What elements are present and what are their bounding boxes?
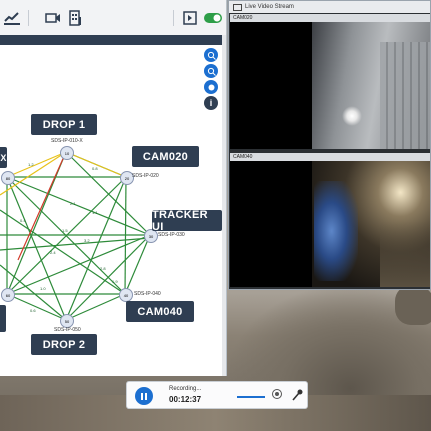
device-label-drop2[interactable]: DROP 2 bbox=[31, 334, 97, 355]
svg-text:2.4: 2.4 bbox=[50, 250, 56, 255]
device-label-partial-left[interactable] bbox=[0, 305, 6, 332]
node-label: 80 bbox=[5, 175, 11, 181]
network-node[interactable]: 40 bbox=[119, 288, 133, 302]
device-label-tracker[interactable]: TRACKER UI bbox=[152, 209, 222, 233]
node-label: 50 bbox=[64, 318, 70, 324]
node-label: 40 bbox=[123, 292, 129, 298]
zoom-in-icon[interactable] bbox=[204, 48, 218, 62]
svg-text:2.8: 2.8 bbox=[100, 266, 106, 271]
svg-text:0.8: 0.8 bbox=[92, 166, 98, 171]
device-ip-drop1: SDS-IP-010-X bbox=[51, 138, 83, 144]
svg-text:1.2: 1.2 bbox=[28, 162, 34, 167]
recording-time: 00:12:37 bbox=[169, 395, 202, 404]
network-map-icon[interactable] bbox=[3, 9, 21, 27]
svg-text:1.0: 1.0 bbox=[40, 286, 46, 291]
toolbar-divider bbox=[28, 10, 29, 26]
device-ip-cam020: SDS-IP-020 bbox=[132, 173, 159, 179]
video-camera-icon[interactable] bbox=[44, 9, 62, 27]
toolbar bbox=[0, 0, 226, 36]
svg-text:1.9: 1.9 bbox=[112, 279, 118, 284]
video-title-text: Live Video Stream bbox=[245, 4, 294, 10]
network-node[interactable]: 50 bbox=[60, 314, 74, 328]
svg-text:2.1: 2.1 bbox=[70, 201, 76, 206]
recording-widget: Recording... 00:12:37 bbox=[126, 381, 308, 409]
node-label: 60 bbox=[5, 292, 11, 298]
svg-text:0.4: 0.4 bbox=[20, 218, 26, 223]
live-video-window: Live Video Stream CAM020 CAM040 bbox=[228, 0, 431, 290]
device-ip-drop2: SDS-IP-050 bbox=[54, 327, 81, 333]
svg-text:0.6: 0.6 bbox=[30, 308, 36, 313]
svg-text:1.1: 1.1 bbox=[92, 210, 98, 215]
network-node[interactable]: 80 bbox=[1, 171, 15, 185]
volume-slider[interactable] bbox=[237, 396, 265, 398]
pane-title-cam020: CAM020 bbox=[230, 14, 430, 22]
network-topology-canvas[interactable]: 1.2 0.8 2.1 1.5 3.2 2.8 1.0 0.6 1.9 0.4 2.4 1.1 … bbox=[0, 45, 222, 376]
video-camera-icon bbox=[233, 3, 242, 11]
network-map-window: 1.2 0.8 2.1 1.5 3.2 2.8 1.0 0.6 1.9 0.4 2.4 1.1 … bbox=[0, 0, 227, 376]
record-target-icon[interactable] bbox=[272, 389, 282, 399]
node-label: 10 bbox=[64, 150, 70, 156]
pane-title-cam040: CAM040 bbox=[230, 153, 430, 161]
zoom-fit-icon[interactable] bbox=[204, 80, 218, 94]
device-label-cam020[interactable]: CAM020 bbox=[132, 146, 199, 167]
panel-toggle-icon[interactable] bbox=[181, 9, 199, 27]
svg-text:1.5: 1.5 bbox=[62, 228, 68, 233]
toggle-switch-icon[interactable] bbox=[203, 9, 223, 27]
device-ip-tracker: SDS-IP-030 bbox=[158, 232, 185, 238]
video-window-title: Live Video Stream bbox=[229, 1, 430, 13]
svg-text:3.2: 3.2 bbox=[84, 238, 90, 243]
toolbar-divider bbox=[173, 10, 174, 26]
rock bbox=[395, 285, 431, 325]
device-ip-cam040: SDS-IP-040 bbox=[134, 291, 161, 297]
device-label-cam040[interactable]: CAM040 bbox=[126, 301, 194, 322]
zoom-out-icon[interactable] bbox=[204, 64, 218, 78]
pause-recording-button[interactable] bbox=[135, 387, 153, 405]
building-icon[interactable] bbox=[66, 9, 84, 27]
microphone-icon[interactable] bbox=[290, 388, 304, 402]
title-bar bbox=[0, 35, 222, 45]
network-node[interactable]: 10 bbox=[60, 146, 74, 160]
node-label: 30 bbox=[148, 233, 154, 239]
network-node[interactable]: 60 bbox=[1, 288, 15, 302]
vertical-scrollbar[interactable] bbox=[222, 35, 226, 376]
node-label: 20 bbox=[124, 175, 130, 181]
video-feed-cam020[interactable] bbox=[230, 22, 430, 149]
device-label-partial[interactable]: X bbox=[0, 147, 7, 168]
info-icon[interactable]: i bbox=[204, 96, 218, 110]
video-feed-cam040[interactable] bbox=[230, 161, 430, 287]
device-label-drop1[interactable]: DROP 1 bbox=[31, 114, 97, 135]
recording-status: Recording... bbox=[169, 386, 202, 392]
